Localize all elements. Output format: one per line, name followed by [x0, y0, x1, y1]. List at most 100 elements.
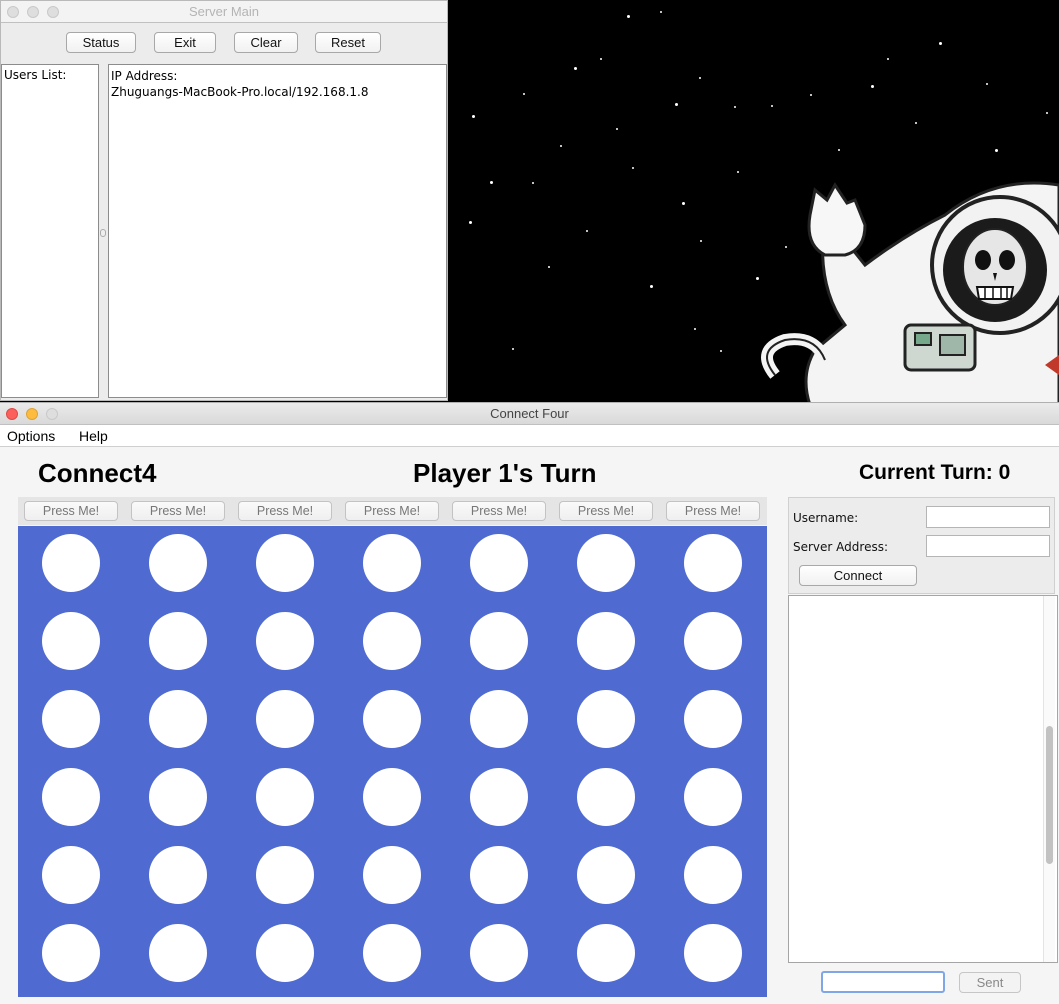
- star-dot: [682, 202, 685, 205]
- chat-area[interactable]: [788, 595, 1058, 963]
- connection-panel: Username: Server Address: Connect: [788, 497, 1055, 594]
- star-dot: [1046, 112, 1048, 114]
- zoom-icon[interactable]: [47, 6, 59, 18]
- board-cell[interactable]: [42, 768, 100, 826]
- status-button[interactable]: Status: [66, 32, 136, 53]
- menu-options[interactable]: Options: [0, 425, 62, 447]
- username-label: Username:: [793, 511, 859, 525]
- board-cell[interactable]: [470, 768, 528, 826]
- board-cell[interactable]: [470, 690, 528, 748]
- star-dot: [838, 149, 840, 151]
- server-window-title: Server Main: [188, 4, 260, 19]
- board-cell[interactable]: [470, 846, 528, 904]
- log-line: IP Address:: [111, 69, 178, 83]
- board-cell[interactable]: [149, 924, 207, 982]
- star-dot: [810, 94, 812, 96]
- board-cell[interactable]: [42, 534, 100, 592]
- star-dot: [700, 240, 702, 242]
- board-cell[interactable]: [363, 612, 421, 670]
- board-cell[interactable]: [577, 690, 635, 748]
- star-dot: [720, 350, 722, 352]
- game-board[interactable]: [18, 526, 767, 997]
- star-dot: [699, 77, 701, 79]
- board-cell[interactable]: [684, 534, 742, 592]
- board-cell[interactable]: [470, 924, 528, 982]
- board-cell[interactable]: [256, 690, 314, 748]
- server-address-label: Server Address:: [793, 540, 888, 554]
- board-cell[interactable]: [363, 534, 421, 592]
- board-cell[interactable]: [149, 768, 207, 826]
- star-dot: [472, 115, 475, 118]
- board-cell[interactable]: [470, 534, 528, 592]
- server-log-panel[interactable]: IP Address: Zhuguangs-MacBook-Pro.local/1…: [108, 64, 447, 398]
- column-7-button[interactable]: Press Me!: [666, 501, 760, 521]
- board-cell[interactable]: [363, 924, 421, 982]
- reset-button[interactable]: Reset: [315, 32, 381, 53]
- column-5-button[interactable]: Press Me!: [452, 501, 546, 521]
- board-cell[interactable]: [149, 690, 207, 748]
- minimize-icon[interactable]: [27, 6, 39, 18]
- board-cell[interactable]: [684, 846, 742, 904]
- star-dot: [915, 122, 917, 124]
- star-dot: [632, 167, 634, 169]
- board-cell[interactable]: [577, 846, 635, 904]
- star-dot: [469, 221, 472, 224]
- star-dot: [586, 230, 588, 232]
- board-cell[interactable]: [42, 690, 100, 748]
- board-cell[interactable]: [577, 924, 635, 982]
- column-6-button[interactable]: Press Me!: [559, 501, 653, 521]
- board-cell[interactable]: [42, 612, 100, 670]
- column-3-button[interactable]: Press Me!: [238, 501, 332, 521]
- close-icon[interactable]: [7, 6, 19, 18]
- star-dot: [650, 285, 653, 288]
- message-input[interactable]: [821, 971, 945, 993]
- board-cell[interactable]: [256, 924, 314, 982]
- board-cell[interactable]: [363, 690, 421, 748]
- board-cell[interactable]: [684, 924, 742, 982]
- menu-help[interactable]: Help: [72, 425, 115, 447]
- game-title-bar: Connect Four: [0, 403, 1059, 425]
- board-cell[interactable]: [363, 768, 421, 826]
- board-cell[interactable]: [684, 612, 742, 670]
- column-1-button[interactable]: Press Me!: [24, 501, 118, 521]
- column-4-button[interactable]: Press Me!: [345, 501, 439, 521]
- star-dot: [512, 348, 514, 350]
- board-cell[interactable]: [470, 612, 528, 670]
- column-button-row: Press Me! Press Me! Press Me! Press Me! …: [18, 497, 767, 525]
- board-cell[interactable]: [149, 612, 207, 670]
- users-list-panel[interactable]: Users List:: [1, 64, 99, 398]
- board-cell[interactable]: [256, 846, 314, 904]
- minimize-icon[interactable]: [26, 408, 38, 420]
- board-cell[interactable]: [42, 846, 100, 904]
- chat-scrollbar[interactable]: [1043, 596, 1055, 962]
- board-cell[interactable]: [42, 924, 100, 982]
- send-button[interactable]: Sent: [959, 972, 1021, 993]
- server-address-field[interactable]: [926, 535, 1050, 557]
- column-2-button[interactable]: Press Me!: [131, 501, 225, 521]
- board-cell[interactable]: [256, 534, 314, 592]
- clear-button[interactable]: Clear: [234, 32, 298, 53]
- board-cell[interactable]: [363, 846, 421, 904]
- board-cell[interactable]: [684, 690, 742, 748]
- board-cell[interactable]: [256, 768, 314, 826]
- connect-button[interactable]: Connect: [799, 565, 917, 586]
- board-cell[interactable]: [577, 768, 635, 826]
- board-cell[interactable]: [577, 612, 635, 670]
- game-window-title: Connect Four: [490, 406, 569, 421]
- split-pane-divider[interactable]: [100, 229, 106, 237]
- star-dot: [675, 103, 678, 106]
- close-icon[interactable]: [6, 408, 18, 420]
- scrollbar-thumb[interactable]: [1046, 726, 1053, 864]
- board-cell[interactable]: [577, 534, 635, 592]
- zoom-icon[interactable]: [46, 408, 58, 420]
- board-cell[interactable]: [256, 612, 314, 670]
- board-cell[interactable]: [149, 534, 207, 592]
- connect-four-window: Connect Four Options Help Connect4 Playe…: [0, 402, 1059, 1004]
- board-cell[interactable]: [684, 768, 742, 826]
- star-dot: [771, 105, 773, 107]
- username-field[interactable]: [926, 506, 1050, 528]
- exit-button[interactable]: Exit: [154, 32, 216, 53]
- users-list-label: Users List:: [4, 68, 67, 82]
- board-cell[interactable]: [149, 846, 207, 904]
- star-dot: [574, 67, 577, 70]
